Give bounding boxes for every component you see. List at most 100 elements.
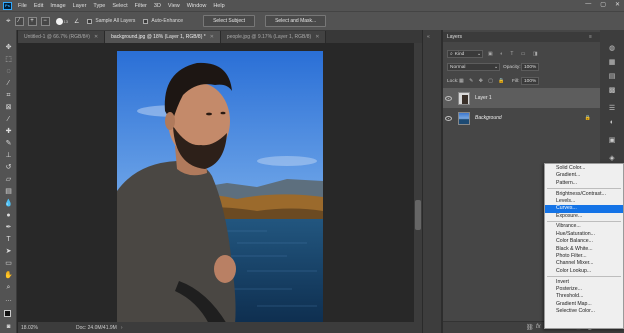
menu-item-threshold[interactable]: Threshold...: [545, 293, 623, 300]
hand-tool-icon[interactable]: ✋: [4, 271, 13, 280]
frame-tool-icon[interactable]: ⊠: [4, 103, 13, 112]
layer-row-layer-1[interactable]: Layer 1: [443, 88, 600, 108]
foreground-color-swatch[interactable]: [4, 310, 11, 317]
tab-untitled[interactable]: Untitled-1 @ 66.7% (RGB/8#) ✕: [18, 31, 106, 43]
tab-layers[interactable]: Layers: [447, 34, 462, 40]
menu-item-color-balance[interactable]: Color Balance...: [545, 238, 623, 245]
menu-layer[interactable]: Layer: [73, 3, 87, 9]
menu-item-vibrance[interactable]: Vibrance...: [545, 223, 623, 230]
dodge-tool-icon[interactable]: ●: [4, 211, 13, 220]
checkbox-box[interactable]: [87, 18, 93, 24]
filter-icons[interactable]: ▣ ◐ T ▭ ◨: [488, 51, 541, 57]
move-tool-icon[interactable]: ✥: [4, 43, 13, 52]
brush-tool-icon[interactable]: ✎: [4, 139, 13, 148]
blend-mode-select[interactable]: Normal ⌄: [447, 63, 500, 71]
layer-row-background[interactable]: Background 🔒: [443, 108, 600, 128]
select-and-mask-button[interactable]: Select and Mask...: [265, 15, 327, 27]
scrollbar-thumb[interactable]: [415, 200, 421, 230]
type-tool-icon[interactable]: T: [4, 235, 13, 244]
clone-stamp-tool-icon[interactable]: ⊥: [4, 151, 13, 160]
new-selection-icon[interactable]: ⁄: [14, 16, 24, 26]
collapse-arrows-icon[interactable]: «: [427, 34, 430, 40]
panel-menu-icon[interactable]: ≡: [589, 34, 592, 40]
close-button[interactable]: ✕: [615, 1, 620, 8]
eyedropper-tool-icon[interactable]: ⁄: [4, 115, 13, 124]
marquee-tool-icon[interactable]: ⬚: [4, 55, 13, 64]
tab-background[interactable]: background.jpg @ 18% (Layer 1, RGB/8) * …: [105, 31, 221, 43]
close-icon[interactable]: ✕: [210, 34, 214, 40]
fx-icon[interactable]: fx: [536, 324, 541, 330]
checkbox-box[interactable]: [143, 18, 149, 24]
vertical-scrollbar[interactable]: [414, 43, 422, 322]
blur-tool-icon[interactable]: 💧: [4, 199, 13, 208]
menu-item-levels[interactable]: Levels...: [545, 198, 623, 205]
menu-3d[interactable]: 3D: [154, 3, 161, 9]
menu-filter[interactable]: Filter: [135, 3, 147, 9]
menu-item-solid-color[interactable]: Solid Color...: [545, 165, 623, 172]
gradients-panel-icon[interactable]: ▤: [607, 72, 617, 81]
layer-name[interactable]: Layer 1: [475, 95, 492, 101]
rectangle-tool-icon[interactable]: ▭: [4, 259, 13, 268]
adjustments-panel-icon[interactable]: ◐: [607, 118, 617, 127]
close-icon[interactable]: ✕: [94, 34, 98, 40]
menu-help[interactable]: Help: [213, 3, 224, 9]
visibility-eye-icon[interactable]: [445, 115, 452, 121]
menu-item-invert[interactable]: Invert: [545, 279, 623, 286]
zoom-level[interactable]: 18.02%: [21, 325, 38, 331]
color-panel-icon[interactable]: ◍: [607, 44, 617, 53]
more-tools-icon[interactable]: …: [4, 295, 13, 304]
menu-item-gradient[interactable]: Gradient...: [545, 172, 623, 179]
menu-item-exposure[interactable]: Exposure...: [545, 213, 623, 220]
menu-item-channel-mixer[interactable]: Channel Mixer...: [545, 260, 623, 267]
libraries-panel-icon[interactable]: ▣: [607, 136, 617, 145]
visibility-eye-icon[interactable]: [445, 95, 452, 101]
crop-tool-icon[interactable]: ⌗: [4, 91, 13, 100]
brush-preset-picker[interactable]: [55, 17, 63, 25]
menu-type[interactable]: Type: [93, 3, 105, 9]
zoom-tool-icon[interactable]: ⌕: [4, 283, 13, 292]
layers-panel-icon[interactable]: ◈: [607, 154, 617, 163]
menu-item-gradient-map[interactable]: Gradient Map...: [545, 301, 623, 308]
path-selection-tool-icon[interactable]: ➤: [4, 247, 13, 256]
menu-window[interactable]: Window: [187, 3, 207, 9]
patterns-panel-icon[interactable]: ▩: [607, 86, 617, 95]
close-icon[interactable]: ✕: [315, 34, 319, 40]
layer-filter-kind[interactable]: ⌕ Kind ⌄: [447, 50, 483, 58]
menu-item-posterize[interactable]: Posterize...: [545, 286, 623, 293]
maximize-button[interactable]: ▢: [600, 1, 606, 8]
menu-item-brightness-contrast[interactable]: Brightness/Contrast...: [545, 191, 623, 198]
opacity-input[interactable]: 100%: [521, 63, 539, 71]
healing-brush-tool-icon[interactable]: ✚: [4, 127, 13, 136]
brush-angle-icon[interactable]: ∠: [74, 18, 79, 25]
sample-all-layers-checkbox[interactable]: Sample All Layers: [87, 18, 135, 24]
menu-file[interactable]: File: [18, 3, 27, 9]
document-canvas-image[interactable]: [117, 51, 323, 324]
gradient-tool-icon[interactable]: ▤: [4, 187, 13, 196]
tab-people[interactable]: people.jpg @ 9.17% (Layer 1, RGB/8) ✕: [220, 31, 327, 43]
menu-edit[interactable]: Edit: [34, 3, 43, 9]
swatches-panel-icon[interactable]: ▦: [607, 58, 617, 67]
menu-item-curves[interactable]: Curves...: [545, 205, 623, 213]
menu-item-photo-filter[interactable]: Photo Filter...: [545, 253, 623, 260]
properties-panel-icon[interactable]: ☰: [607, 104, 617, 113]
subtract-from-selection-icon[interactable]: −: [40, 16, 50, 26]
layer-name[interactable]: Background: [475, 115, 502, 121]
menu-image[interactable]: Image: [50, 3, 65, 9]
pen-tool-icon[interactable]: ✒: [4, 223, 13, 232]
menu-item-color-lookup[interactable]: Color Lookup...: [545, 268, 623, 275]
menu-item-pattern[interactable]: Pattern...: [545, 180, 623, 187]
auto-enhance-checkbox[interactable]: Auto-Enhance: [143, 18, 183, 24]
status-arrow-icon[interactable]: ›: [121, 325, 123, 331]
select-subject-button[interactable]: Select Subject: [203, 15, 256, 27]
fill-input[interactable]: 100%: [521, 77, 539, 85]
minimize-button[interactable]: —: [585, 1, 591, 8]
eraser-tool-icon[interactable]: ▱: [4, 175, 13, 184]
lasso-tool-icon[interactable]: ◌: [4, 67, 13, 76]
menu-select[interactable]: Select: [112, 3, 127, 9]
menu-item-selective-color[interactable]: Selective Color...: [545, 308, 623, 315]
quick-selection-tool-icon[interactable]: ⁄: [4, 79, 13, 88]
quick-selection-tool-icon[interactable]: ⌖: [6, 16, 11, 26]
link-layers-icon[interactable]: ⛓: [526, 324, 534, 331]
lock-icons[interactable]: ▦ ✎ ✥ ▢ 🔒: [459, 78, 507, 84]
menu-item-hue-saturation[interactable]: Hue/Saturation...: [545, 231, 623, 238]
